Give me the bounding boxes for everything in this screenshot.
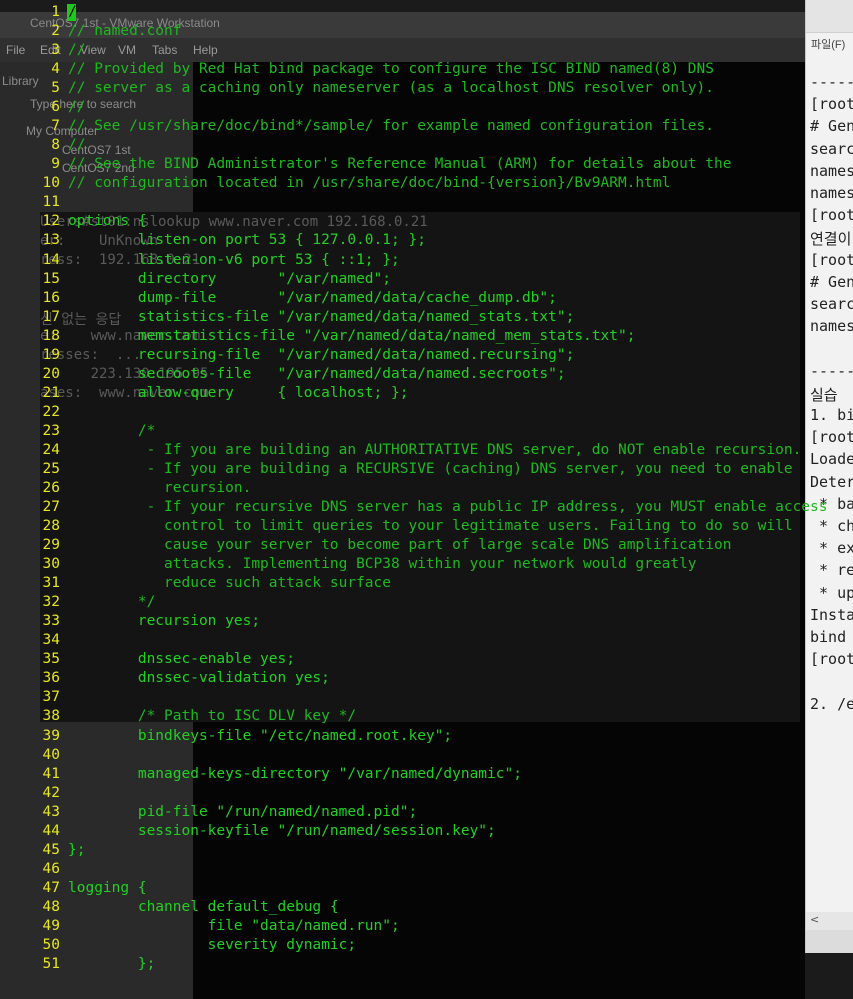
line-number: 13 — [42, 232, 60, 249]
code-text: dump-file "/var/named/data/cache_dump.db… — [68, 289, 557, 306]
line-number: 4 — [51, 61, 60, 78]
code-text: channel default_debug { — [68, 898, 339, 915]
line-number: 36 — [42, 670, 60, 687]
code-comment: // See /usr/share/doc/bind*/sample/ for … — [68, 118, 715, 135]
line-number: 51 — [42, 956, 60, 972]
code-comment: cause your server to become part of larg… — [68, 537, 732, 554]
code-comment: // — [68, 42, 86, 59]
line-number: 14 — [42, 251, 60, 268]
code-text: recursion yes; — [68, 613, 261, 630]
code-text: secroots-file "/var/named/data/named.sec… — [68, 365, 566, 382]
line-number: 38 — [42, 708, 60, 725]
code-text: listen-on-v6 port 53 { ::1; }; — [68, 251, 400, 268]
line-number: 2 — [51, 23, 60, 40]
code-comment: recursion. — [68, 480, 252, 496]
code-text: recursing-file "/var/named/data/named.re… — [68, 346, 575, 363]
code-comment: // — [68, 99, 86, 116]
cursor-char: / — [68, 4, 77, 20]
line-number: 27 — [42, 499, 60, 516]
code-comment: - If your recursive DNS server has a pub… — [68, 499, 828, 516]
line-number: 23 — [42, 422, 60, 439]
line-number: 7 — [51, 118, 60, 135]
line-number: 45 — [42, 841, 60, 858]
line-number: 6 — [51, 99, 60, 116]
line-number: 49 — [42, 917, 60, 934]
line-number: 22 — [42, 403, 60, 420]
code-comment: - If you are building a RECURSIVE (cachi… — [68, 460, 793, 477]
line-number: 46 — [42, 860, 60, 877]
line-number: 44 — [42, 822, 60, 839]
line-number: 40 — [42, 746, 60, 763]
code-comment: // server as a caching only nameserver (… — [68, 80, 715, 97]
code-text: directory "/var/named"; — [68, 270, 392, 287]
line-number: 41 — [42, 765, 60, 782]
line-number: 31 — [42, 575, 60, 592]
line-number: 37 — [42, 689, 60, 706]
line-number: 20 — [42, 365, 60, 382]
code-comment: control to limit queries to your legitim… — [68, 518, 793, 535]
line-number: 26 — [42, 480, 60, 496]
line-number: 11 — [42, 194, 60, 211]
code-text: }; — [68, 841, 86, 858]
code-text: logging { — [68, 879, 147, 896]
code-text: }; — [68, 956, 156, 972]
code-comment: /* — [68, 422, 156, 439]
code-text: severity dynamic; — [68, 936, 357, 953]
line-number: 8 — [51, 137, 60, 154]
line-number: 1 — [51, 4, 60, 20]
code-text: statistics-file "/var/named/data/named_s… — [68, 308, 575, 325]
code-text: dnssec-enable yes; — [68, 651, 295, 668]
code-text: memstatistics-file "/var/named/data/name… — [68, 327, 636, 344]
code-comment: // — [68, 137, 86, 154]
line-number: 10 — [42, 175, 60, 192]
code-text: allow-query { localhost; }; — [68, 384, 409, 401]
code-text: listen-on port 53 { 127.0.0.1; }; — [68, 232, 426, 249]
line-number: 24 — [42, 441, 60, 458]
code-text: managed-keys-directory "/var/named/dynam… — [68, 765, 522, 782]
code-comment: // named.conf — [68, 23, 182, 40]
line-number: 35 — [42, 651, 60, 668]
line-number: 33 — [42, 613, 60, 630]
line-number: 28 — [42, 518, 60, 535]
line-number: 15 — [42, 270, 60, 287]
text-cursor: / — [67, 4, 77, 21]
line-number: 43 — [42, 803, 60, 820]
code-comment: /* Path to ISC DLV key */ — [68, 708, 357, 725]
line-number: 12 — [42, 213, 60, 230]
code-text: file "data/named.run"; — [68, 917, 400, 934]
line-number: 47 — [42, 879, 60, 896]
line-number: 21 — [42, 384, 60, 401]
code-text: pid-file "/run/named/named.pid"; — [68, 803, 418, 820]
line-number: 32 — [42, 594, 60, 611]
code-text: session-keyfile "/run/named/session.key"… — [68, 822, 496, 839]
line-number: 50 — [42, 936, 60, 953]
line-number: 30 — [42, 556, 60, 573]
code-comment: */ — [68, 594, 156, 611]
line-number: 17 — [42, 308, 60, 325]
code-comment: // Provided by Red Hat bind package to c… — [68, 61, 715, 78]
line-number: 9 — [51, 156, 60, 173]
code-comment: - If you are building an AUTHORITATIVE D… — [68, 441, 802, 458]
line-number: 39 — [42, 727, 60, 744]
code-comment: // configuration located in /usr/share/d… — [68, 175, 671, 192]
code-comment: // See the BIND Administrator's Referenc… — [68, 156, 732, 173]
line-number: 18 — [42, 327, 60, 344]
line-number: 29 — [42, 537, 60, 554]
code-comment: attacks. Implementing BCP38 within your … — [68, 556, 697, 573]
line-number: 25 — [42, 460, 60, 477]
line-number: 34 — [42, 632, 60, 649]
code-text: dnssec-validation yes; — [68, 670, 330, 687]
named-conf-editor[interactable]: 1 / 2 // named.conf 3 // 4 // Provided by Red H… — [0, 0, 853, 999]
code-text: options { — [68, 213, 147, 230]
line-number: 16 — [42, 289, 60, 306]
line-number: 3 — [51, 42, 60, 59]
code-text: bindkeys-file "/etc/named.root.key"; — [68, 727, 453, 744]
line-number: 42 — [42, 784, 60, 801]
line-number: 19 — [42, 346, 60, 363]
code-comment: reduce such attack surface — [68, 575, 392, 592]
line-number: 48 — [42, 898, 60, 915]
line-number: 5 — [51, 80, 60, 97]
